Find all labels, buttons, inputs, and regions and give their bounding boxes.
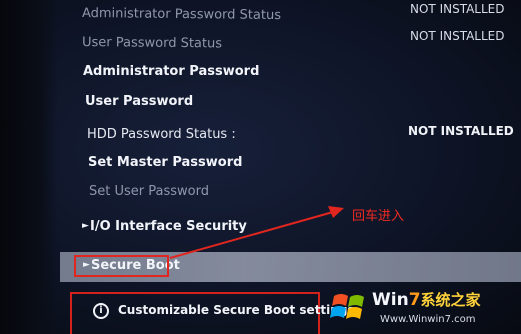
annotation-arrow: [169, 206, 344, 259]
watermark-brand-cn: 系统之家: [420, 291, 481, 309]
annotation-text: 回车进入: [352, 209, 405, 224]
bios-screen: Administrator Password Status NOT INSTAL…: [0, 0, 521, 334]
watermark-brand-seven: 7: [408, 290, 421, 310]
watermark-brand-win: Win: [372, 290, 409, 310]
watermark-brand: Win7系统之家: [372, 289, 481, 310]
windows-logo-icon: [330, 294, 364, 319]
watermark-url: Www.Winwin7.com: [380, 314, 476, 325]
